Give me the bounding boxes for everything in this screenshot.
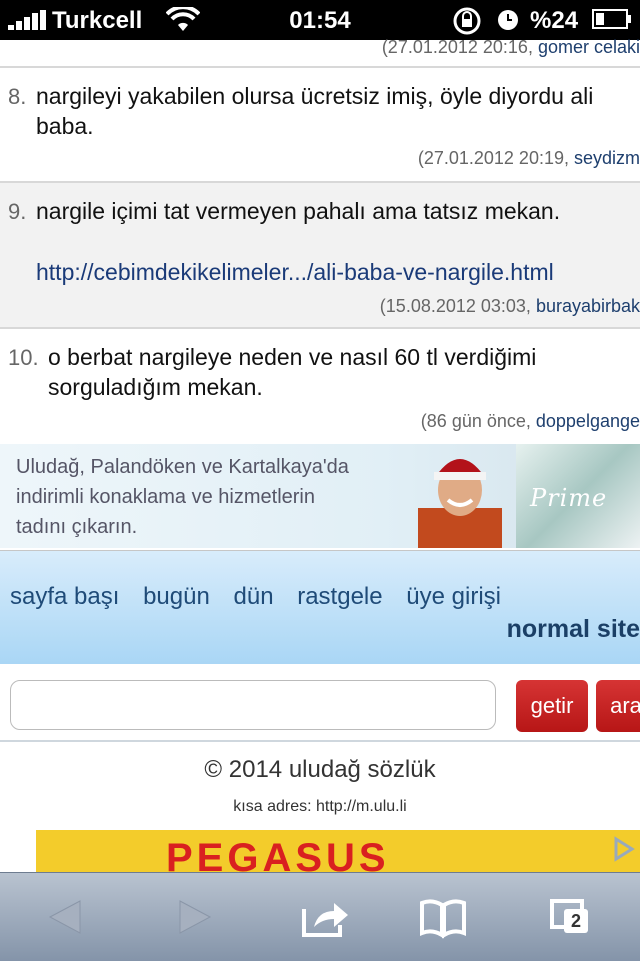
footer: © 2014 uludağ sözlük kısa adres: http://… [0,742,640,882]
entry-meta: (27.01.2012 20:16, gomer celaki [382,37,640,58]
entry-date: (27.01.2012 20:19, [417,148,574,168]
browser-toolbar: 2 [0,872,640,961]
entry-text-line: sorguladığım mekan. [48,374,263,400]
entry-number: 9. [8,199,27,224]
entry-meta: (27.01.2012 20:19, seydizm [418,148,640,169]
entry-external-link[interactable]: http://cebimdekikelimeler.../ali-baba-ve… [36,259,554,285]
alarm-clock-icon [498,10,518,30]
entry-9: 9. nargile içimi tat vermeyen pahalı ama… [0,183,640,329]
entry-author-link[interactable]: seydizm [574,148,640,168]
short-address-text: kısa adres: http://m.ulu.li [233,798,407,815]
ad-text-line: tadını çıkarın. [16,516,138,538]
forward-icon[interactable] [168,895,218,939]
ad-text-line: Uludağ, Palandöken ve Kartalkaya'da [16,456,349,478]
status-bar: Turkcell 01:54 %24 [0,0,640,40]
tabs-button[interactable]: 2 [548,895,598,939]
entry-8: 8. nargileyi yakabilen olursa ücretsiz i… [0,68,640,183]
entry-author-link[interactable]: doppelgange [536,411,640,431]
nav-links: sayfa başı bugün dün rastgele üye girişi [10,583,518,611]
nav-link-uye-girisi[interactable]: üye girişi [406,583,501,610]
back-icon[interactable] [42,895,92,939]
ad-choices-icon[interactable] [610,836,636,862]
entry-text: nargileyi yakabilen olursa ücretsiz imiş… [36,81,593,141]
entry-10: 10. o berbat nargileye neden ve nasıl 60… [0,329,640,445]
entry-link-wrap: http://cebimdekikelimeler.../ali-baba-ve… [36,257,554,287]
ad-person-image [418,459,502,548]
nav-link-sayfa-basi[interactable]: sayfa başı [10,583,119,610]
getir-button[interactable]: getir [516,680,588,732]
copyright-text: © 2014 uludağ sözlük [204,756,436,783]
entry-author-link[interactable]: burayabirbak [536,296,640,316]
entry-meta: (15.08.2012 03:03, burayabirbak [380,296,640,317]
bookmarks-icon[interactable] [418,895,468,939]
entry-list: (27.01.2012 20:16, gomer celaki 8. nargi… [0,37,640,445]
rotation-lock-icon [453,7,481,35]
nav-link-rastgele[interactable]: rastgele [297,583,382,610]
entry-text-line: o berbat nargileye neden ve nasıl 60 tl … [48,344,537,370]
footer-nav: sayfa başı bugün dün rastgele üye girişi… [0,550,640,665]
entry-number: 8. [8,84,27,109]
entry-number: 10. [8,345,39,370]
battery-percent: %24 [530,7,579,34]
entry-text-line: baba. [36,113,94,139]
entry-text-line: nargileyi yakabilen olursa ücretsiz imiş… [36,83,594,109]
entry-date: (15.08.2012 03:03, [379,296,536,316]
footer-ad-brand: PEGASUS [166,836,390,874]
entry-text: nargile içimi tat vermeyen pahalı ama ta… [36,196,560,226]
ad-text-line: indirimli konaklama ve hizmetlerin [16,486,315,508]
ad-text: Uludağ, Palandöken ve Kartalkaya'da indi… [16,452,349,542]
ara-button[interactable]: ara [596,680,640,732]
entry-author-link[interactable]: gomer celaki [538,37,640,57]
battery-icon [592,9,631,29]
search-input[interactable] [10,680,496,730]
share-icon[interactable] [300,895,350,939]
footer-ad-banner[interactable]: PEGASUS [36,830,640,874]
entry-meta: (86 gün önce, doppelgange [421,411,640,432]
search-bar: getir ara [0,664,640,742]
entry-7: (27.01.2012 20:16, gomer celaki [0,37,640,68]
entry-date: (86 gün önce, [420,411,536,431]
entry-date: (27.01.2012 20:16, [381,37,538,57]
entry-text-line: nargile içimi tat vermeyen pahalı ama ta… [36,198,561,224]
ad-banner[interactable]: Uludağ, Palandöken ve Kartalkaya'da indi… [0,444,640,548]
entry-text: o berbat nargileye neden ve nasıl 60 tl … [48,342,536,402]
ad-brand-logo: Prime [530,484,608,512]
tab-count-badge: 2 [564,909,588,933]
nav-link-bugun[interactable]: bugün [143,583,210,610]
normal-site-link[interactable]: normal site [507,615,640,644]
nav-link-dun[interactable]: dün [234,583,274,610]
